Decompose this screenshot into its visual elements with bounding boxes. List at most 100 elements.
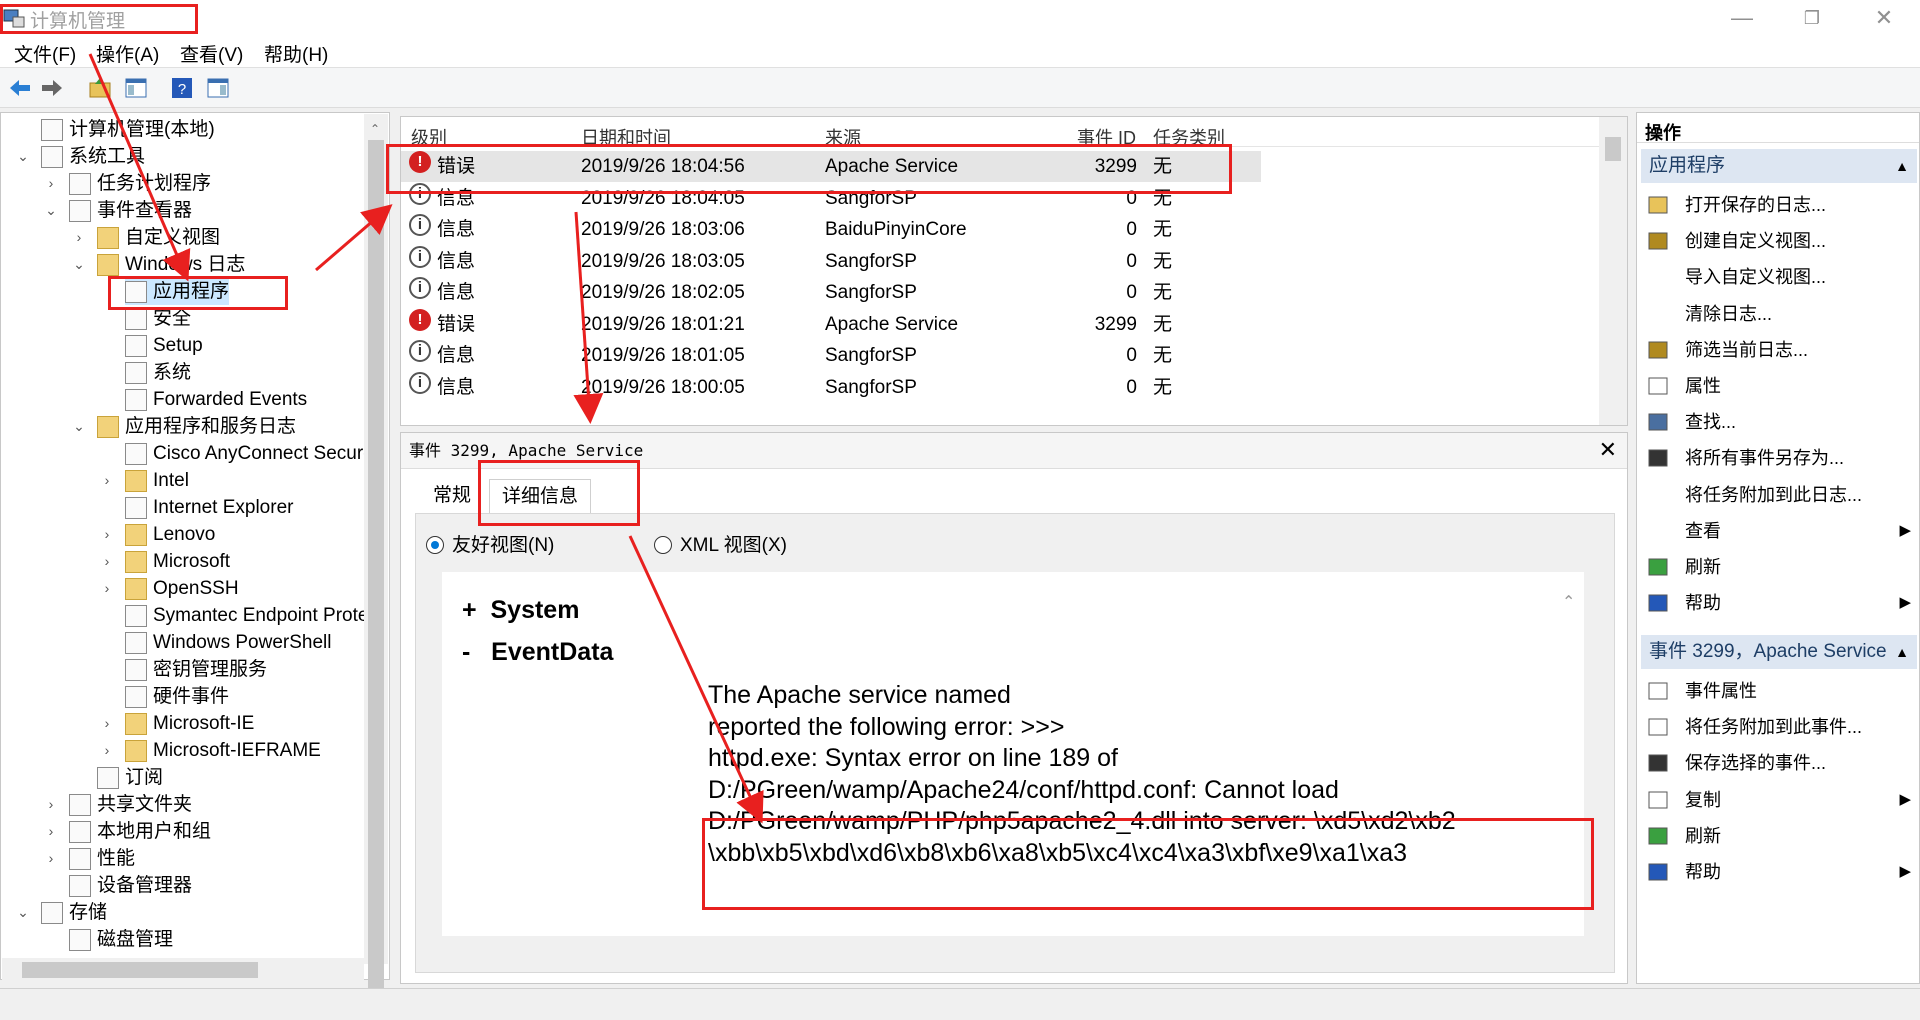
tree-item-4[interactable]: › 自定义视图: [77, 224, 220, 251]
chevron-right-icon[interactable]: ›: [41, 170, 61, 197]
event-row[interactable]: i 信息 2019/9/26 18:02:05 SangforSP 0 无: [401, 277, 1261, 308]
action-item[interactable]: 导入自定义视图...: [1641, 259, 1917, 295]
chevron-right-icon[interactable]: ›: [41, 845, 61, 872]
minimize-button[interactable]: —: [1722, 4, 1762, 32]
tree-item-16[interactable]: › Microsoft: [105, 548, 230, 575]
tree-horizontal-scrollbar[interactable]: [2, 958, 364, 982]
tree-item-15[interactable]: › Lenovo: [105, 521, 215, 548]
action-item[interactable]: 将任务附加到此日志...: [1641, 477, 1917, 513]
chevron-down-icon[interactable]: ⌄: [69, 251, 89, 278]
tree-item-10[interactable]: Forwarded Events: [125, 386, 307, 413]
chevron-down-icon[interactable]: ⌄: [13, 143, 33, 170]
chevron-down-icon[interactable]: ⌄: [69, 413, 89, 440]
action-item[interactable]: 清除日志...: [1641, 296, 1917, 332]
event-row[interactable]: i 信息 2019/9/26 18:00:05 SangforSP 0 无: [401, 371, 1261, 403]
chevron-right-icon[interactable]: ›: [97, 467, 117, 494]
tree-item-27[interactable]: › 性能: [49, 845, 135, 872]
event-row[interactable]: ! 错误 2019/9/26 18:01:21 Apache Service 3299 无: [401, 308, 1261, 340]
action-item[interactable]: 刷新: [1641, 818, 1917, 854]
action-item[interactable]: 查找...: [1641, 404, 1917, 440]
event-row[interactable]: i 信息 2019/9/26 18:03:05 SangforSP 0 无: [401, 245, 1261, 277]
tree-item-9[interactable]: 系统: [125, 359, 191, 386]
menu-file[interactable]: 文件(F): [14, 40, 76, 67]
event-row[interactable]: i 信息 2019/9/26 18:01:05 SangforSP 0 无: [401, 340, 1261, 371]
scroll-up-icon[interactable]: ⌃: [1562, 592, 1575, 612]
close-button[interactable]: ✕: [1864, 4, 1904, 32]
tree-item-22[interactable]: › Microsoft-IE: [105, 710, 254, 737]
chevron-down-icon[interactable]: ⌄: [13, 899, 33, 926]
expand-system[interactable]: + System: [462, 596, 579, 625]
chevron-right-icon[interactable]: ›: [97, 548, 117, 575]
tree-vertical-scrollbar[interactable]: ⌃: [364, 114, 388, 1020]
tree-item-30[interactable]: 磁盘管理: [69, 926, 173, 953]
action-item[interactable]: 打开保存的日志...: [1641, 187, 1917, 223]
tree-item-11[interactable]: ⌄ 应用程序和服务日志: [73, 413, 296, 440]
tree-item-14[interactable]: Internet Explorer: [125, 494, 293, 521]
cell-category: 无: [1153, 219, 1173, 240]
action-item[interactable]: 帮助 ▶: [1641, 585, 1917, 621]
action-item[interactable]: 筛选当前日志...: [1641, 332, 1917, 368]
scroll-up-icon[interactable]: ⌃: [370, 122, 380, 136]
folder-up-icon[interactable]: [88, 76, 112, 100]
event-row[interactable]: i 信息 2019/9/26 18:03:06 BaiduPinyinCore 0 无: [401, 214, 1261, 245]
chevron-right-icon[interactable]: ›: [97, 521, 117, 548]
chevron-right-icon[interactable]: ›: [41, 791, 61, 818]
tree-item-3[interactable]: ⌄ 事件查看器: [45, 197, 192, 224]
action-item[interactable]: 将所有事件另存为...: [1641, 440, 1917, 476]
tree-item-25[interactable]: › 共享文件夹: [49, 791, 192, 818]
filter-icon: [1648, 341, 1668, 359]
tree-item-1[interactable]: ⌄ 系统工具: [17, 143, 145, 170]
action-item[interactable]: 复制 ▶: [1641, 782, 1917, 818]
chevron-right-icon[interactable]: ›: [41, 818, 61, 845]
action-item[interactable]: 保存选择的事件...: [1641, 745, 1917, 781]
menu-view[interactable]: 查看(V): [180, 40, 243, 67]
back-arrow-icon[interactable]: [8, 76, 32, 100]
console-tree-icon[interactable]: [124, 76, 148, 100]
menu-help[interactable]: 帮助(H): [264, 40, 328, 67]
tree-item-29[interactable]: ⌄ 存储: [17, 899, 107, 926]
chevron-right-icon[interactable]: ›: [97, 737, 117, 764]
tree-item-0[interactable]: 计算机管理(本地): [41, 116, 215, 143]
tree-item-19[interactable]: Windows PowerShell: [125, 629, 331, 656]
chevron-right-icon[interactable]: ›: [69, 224, 89, 251]
collapse-eventdata[interactable]: - EventData: [462, 638, 613, 667]
view-pane-icon[interactable]: [206, 76, 230, 100]
chevron-down-icon[interactable]: ⌄: [41, 197, 61, 224]
tree-item-2[interactable]: › 任务计划程序: [49, 170, 211, 197]
chevron-right-icon[interactable]: ›: [97, 575, 117, 602]
radio-friendly-view[interactable]: 友好视图(N): [426, 530, 554, 557]
tree-item-23[interactable]: › Microsoft-IEFRAME: [105, 737, 321, 764]
action-item[interactable]: 将任务附加到此事件...: [1641, 709, 1917, 745]
tree-item-21[interactable]: 硬件事件: [125, 683, 229, 710]
action-item[interactable]: 属性: [1641, 368, 1917, 404]
actions-section-application[interactable]: 应用程序 ▲: [1641, 149, 1917, 183]
tree-item-18[interactable]: Symantec Endpoint Protec: [125, 602, 378, 629]
menu-action[interactable]: 操作(A): [96, 40, 159, 67]
chevron-right-icon[interactable]: ›: [97, 710, 117, 737]
tree-item-13[interactable]: › Intel: [105, 467, 189, 494]
tree-item-26[interactable]: › 本地用户和组: [49, 818, 211, 845]
collapse-up-icon[interactable]: ▲: [1895, 149, 1909, 183]
tree-item-24[interactable]: 订阅: [97, 764, 163, 791]
restore-button[interactable]: ❐: [1792, 4, 1832, 32]
tree-item-17[interactable]: › OpenSSH: [105, 575, 239, 602]
tree-item-12[interactable]: Cisco AnyConnect Secure: [125, 440, 374, 467]
tree-item-8[interactable]: Setup: [125, 332, 203, 359]
collapse-up-icon[interactable]: ▲: [1895, 635, 1909, 669]
tree-item-20[interactable]: 密钥管理服务: [125, 656, 267, 683]
help-icon[interactable]: ?: [170, 76, 194, 100]
action-item[interactable]: 查看 ▶: [1641, 513, 1917, 549]
tree-item-28[interactable]: 设备管理器: [69, 872, 192, 899]
annotation-box-error-row: [386, 144, 1232, 194]
action-item[interactable]: 创建自定义视图...: [1641, 223, 1917, 259]
tree-item-5[interactable]: ⌄ Windows 日志: [73, 251, 245, 278]
action-item[interactable]: 帮助 ▶: [1641, 854, 1917, 890]
actions-section-event[interactable]: 事件 3299，Apache Service ▲: [1641, 635, 1917, 669]
event-list-scrollbar[interactable]: [1599, 117, 1627, 425]
tab-general[interactable]: 常规: [421, 479, 483, 513]
action-item[interactable]: 事件属性: [1641, 673, 1917, 709]
action-item[interactable]: 刷新: [1641, 549, 1917, 585]
forward-arrow-icon[interactable]: [40, 76, 64, 100]
close-detail-icon[interactable]: ✕: [1599, 437, 1617, 463]
radio-xml-view[interactable]: XML 视图(X): [654, 530, 787, 557]
